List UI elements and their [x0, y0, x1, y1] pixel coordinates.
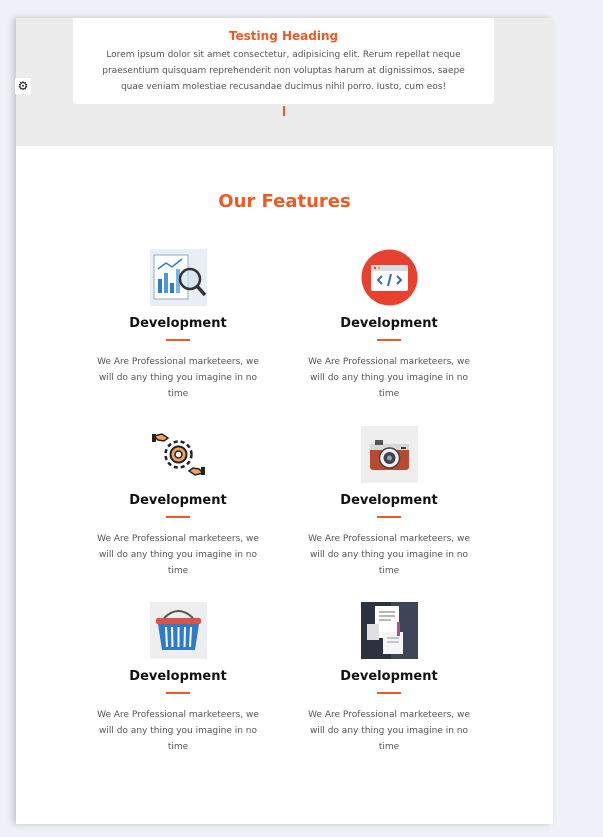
testimonial-band: Testing Heading Lorem ipsum dolor sit am… — [16, 18, 553, 146]
accent-divider — [166, 516, 190, 518]
slider-indicator — [283, 106, 285, 116]
feature-title: Development — [340, 669, 438, 684]
hands-gear-icon — [149, 426, 207, 483]
feature-card: Development We Are Professional marketee… — [289, 426, 489, 579]
feature-card: Development We Are Professional marketee… — [289, 249, 489, 402]
feature-title: Development — [340, 316, 438, 331]
testimonial-heading: Testing Heading — [228, 29, 339, 43]
gear-icon[interactable]: ⚙ — [15, 78, 31, 94]
feature-title: Development — [129, 316, 227, 331]
code-window-icon — [361, 249, 417, 306]
shopping-basket-icon — [149, 602, 207, 659]
feature-description: We Are Professional marketeers, we will … — [97, 357, 259, 399]
camera-icon — [360, 426, 418, 483]
feature-card: Development We Are Professional marketee… — [78, 602, 278, 755]
feature-description: We Are Professional marketeers, we will … — [97, 710, 259, 752]
feature-description: We Are Professional marketeers, we will … — [308, 710, 470, 752]
feature-description: We Are Professional marketeers, we will … — [97, 534, 259, 576]
documents-icon — [360, 602, 418, 659]
feature-description: We Are Professional marketeers, we will … — [308, 357, 470, 399]
section-title: Our Features — [218, 191, 351, 212]
accent-divider — [377, 692, 401, 694]
accent-divider — [377, 516, 401, 518]
testimonial-card: Testing Heading Lorem ipsum dolor sit am… — [73, 18, 494, 104]
feature-card: Development We Are Professional marketee… — [78, 249, 278, 402]
analytics-magnifier-icon — [149, 249, 207, 306]
page-container: Testing Heading Lorem ipsum dolor sit am… — [16, 18, 553, 824]
accent-divider — [377, 339, 401, 341]
feature-title: Development — [340, 493, 438, 508]
feature-title: Development — [129, 493, 227, 508]
feature-description: We Are Professional marketeers, we will … — [308, 534, 470, 576]
testimonial-text: Lorem ipsum dolor sit amet consectetur, … — [102, 50, 465, 92]
feature-title: Development — [129, 669, 227, 684]
feature-card: Development We Are Professional marketee… — [289, 602, 489, 755]
feature-card: Development We Are Professional marketee… — [78, 426, 278, 579]
accent-divider — [166, 692, 190, 694]
accent-divider — [166, 339, 190, 341]
